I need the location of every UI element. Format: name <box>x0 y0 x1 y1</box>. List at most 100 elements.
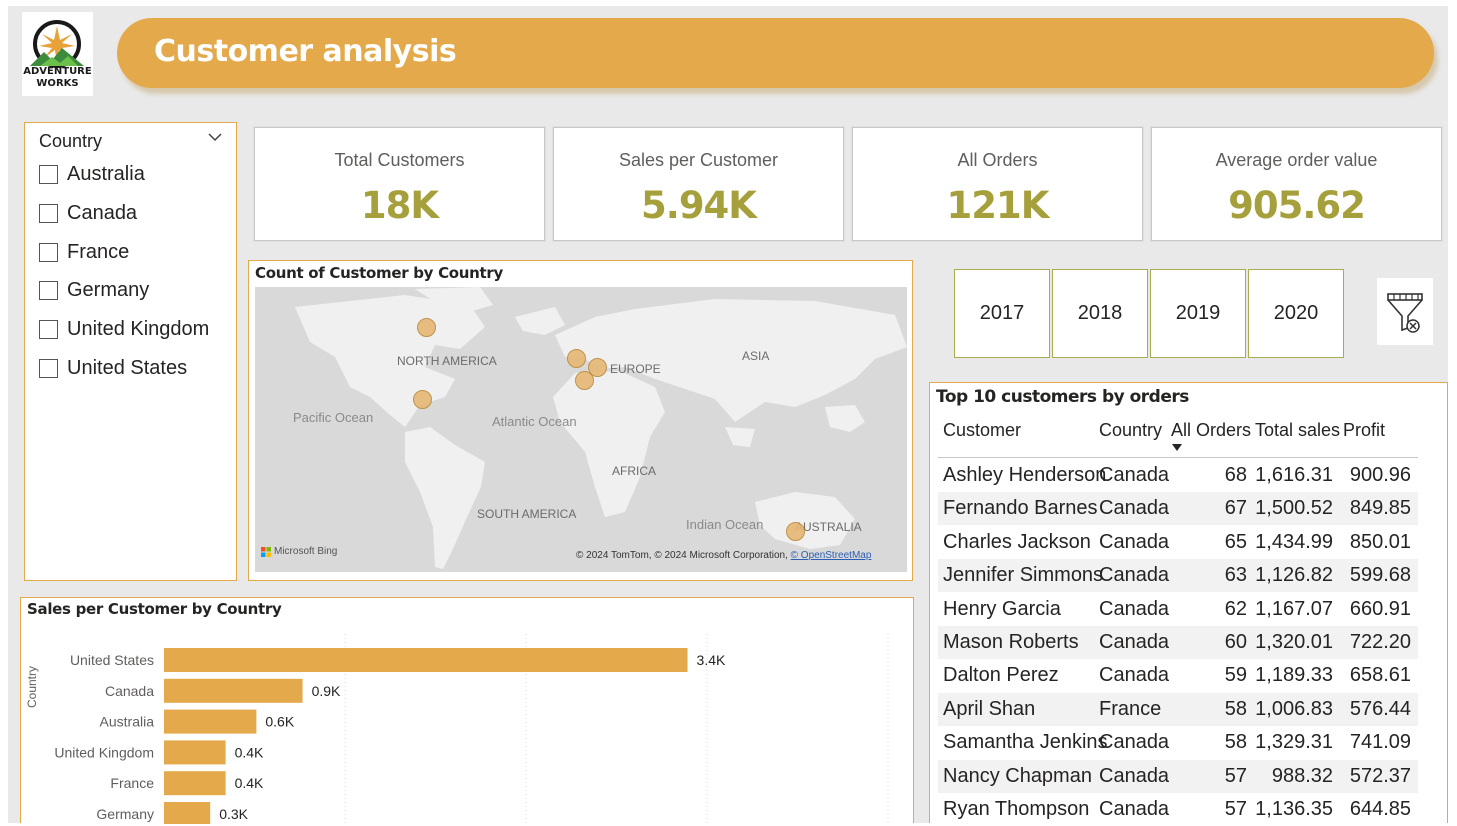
bar-chart-svg: United States 3.4K Canada 0.9K Australia 0.6K… <box>54 634 889 824</box>
checkbox[interactable] <box>39 280 58 300</box>
map-label-pacific-ocean: Pacific Ocean <box>293 410 374 425</box>
category-label: United States <box>70 652 154 668</box>
cell-country: Canada <box>1099 731 1170 754</box>
slicer-item-label: France <box>67 240 130 263</box>
cell-profit: 572.37 <box>1349 764 1411 787</box>
checkbox[interactable] <box>39 358 58 378</box>
cell-total-sales: 1,006.83 <box>1255 697 1333 720</box>
slicer-item-france[interactable]: France <box>39 239 129 265</box>
table-row[interactable]: Charles Jackson Canada 65 1,434.99 850.01 <box>938 526 1418 559</box>
map-bubble-canada[interactable] <box>417 318 436 337</box>
cell-total-sales: 1,189.33 <box>1255 664 1333 687</box>
map-label-africa: AFRICA <box>612 464 657 478</box>
cell-all-orders: 58 <box>1224 731 1247 754</box>
column-header-profit[interactable]: Profit <box>1343 420 1385 441</box>
openstreetmap-link[interactable]: © OpenStreetMap <box>791 550 872 561</box>
bar-united-states[interactable] <box>164 648 688 672</box>
data-label: 0.9K <box>312 683 341 699</box>
cell-country: Canada <box>1099 664 1170 687</box>
table-row[interactable]: Mason Roberts Canada 60 1,320.01 722.20 <box>938 626 1418 659</box>
column-header-total-sales[interactable]: Total sales <box>1255 420 1340 441</box>
column-header-all-orders[interactable]: All Orders <box>1171 420 1251 441</box>
map-bubble-united-kingdom[interactable] <box>567 349 586 368</box>
clear-filters-button[interactable] <box>1377 278 1433 345</box>
slicer-item-united-kingdom[interactable]: United Kingdom <box>39 316 209 342</box>
cell-customer: Mason Roberts <box>943 631 1079 653</box>
cell-country: Canada <box>1099 764 1170 787</box>
slicer-item-australia[interactable]: Australia <box>39 161 145 187</box>
cell-total-sales: 1,126.82 <box>1255 564 1333 587</box>
checkbox[interactable] <box>39 203 58 223</box>
slicer-item-label: Australia <box>67 162 145 185</box>
sort-descending-icon <box>1172 444 1182 451</box>
data-label: 0.4K <box>235 744 264 760</box>
map-bubble-australia[interactable] <box>786 522 805 541</box>
cell-profit: 850.01 <box>1349 530 1411 553</box>
logo-text-line2: WORKS <box>36 78 79 89</box>
table-row[interactable]: Fernando Barnes Canada 67 1,500.52 849.85 <box>938 492 1418 526</box>
bar-germany[interactable] <box>164 802 211 824</box>
table-row[interactable]: April Shan France 58 1,006.83 576.44 <box>938 692 1418 726</box>
cell-country: Canada <box>1099 564 1170 587</box>
bar-france[interactable] <box>164 771 226 796</box>
kpi-value: 18K <box>360 184 439 227</box>
table-title: Top 10 customers by orders <box>936 387 1189 407</box>
slicer-item-united-states[interactable]: United States <box>39 355 187 381</box>
cell-country: Canada <box>1099 597 1170 620</box>
year-button-2020[interactable]: 2020 <box>1248 269 1344 358</box>
page-title: Customer analysis <box>154 34 457 69</box>
column-header-customer[interactable]: Customer <box>943 420 1021 441</box>
map-bubble-france[interactable] <box>575 371 594 390</box>
bar-canada[interactable] <box>164 678 303 703</box>
table-row[interactable]: Samantha Jenkins Canada 58 1,329.31 741.09 <box>938 726 1418 759</box>
cell-profit: 599.68 <box>1349 564 1411 587</box>
bar-united-kingdom[interactable] <box>164 740 226 765</box>
checkbox[interactable] <box>39 319 58 339</box>
table-row[interactable]: Ashley Henderson Canada 68 1,616.31 900.96 <box>938 459 1418 492</box>
table-row[interactable]: Jennifer Simmons Canada 63 1,126.82 599.68 <box>938 559 1418 593</box>
table-row[interactable]: Nancy Chapman Canada 57 988.32 572.37 <box>938 759 1418 793</box>
cell-all-orders: 67 <box>1224 497 1247 520</box>
sales-per-customer-chart: Sales per Customer by Country Country Un… <box>20 597 914 824</box>
table-row[interactable]: Henry Garcia Canada 62 1,167.07 660.91 <box>938 593 1418 626</box>
cell-total-sales: 1,616.31 <box>1255 464 1333 486</box>
slicer-title: Country <box>39 131 103 151</box>
data-label: 0.3K <box>219 806 248 822</box>
year-button-2018[interactable]: 2018 <box>1052 269 1148 358</box>
map-canvas[interactable]: NORTH AMERICA EUROPE ASIA AFRICA SOUTH A… <box>255 287 907 572</box>
kpi-card-sales-per-customer: Sales per Customer 5.94K <box>553 127 844 241</box>
column-header-country[interactable]: Country <box>1099 420 1162 441</box>
table-row[interactable]: Ryan Thompson Canada 57 1,136.35 644.85 <box>938 793 1418 826</box>
map-label-south-america: SOUTH AMERICA <box>477 507 577 521</box>
cell-country: Canada <box>1099 464 1170 486</box>
cell-customer: Charles Jackson <box>943 530 1091 553</box>
bar-australia[interactable] <box>164 709 257 734</box>
cell-total-sales: 1,500.52 <box>1255 497 1333 520</box>
slicer-item-label: United Kingdom <box>67 317 210 340</box>
kpi-label: Average order value <box>1215 150 1378 170</box>
cell-profit: 660.91 <box>1349 597 1411 620</box>
cell-all-orders: 68 <box>1224 464 1247 486</box>
map-bubble-united-states[interactable] <box>413 390 432 409</box>
cell-country: Canada <box>1099 798 1170 820</box>
cell-customer: Jennifer Simmons <box>943 564 1104 587</box>
cell-profit: 900.96 <box>1349 464 1411 486</box>
checkbox[interactable] <box>39 242 58 262</box>
chevron-down-icon[interactable] <box>207 129 223 145</box>
cell-total-sales: 1,320.01 <box>1255 631 1333 653</box>
table-row[interactable]: Dalton Perez Canada 59 1,189.33 658.61 <box>938 659 1418 692</box>
cell-profit: 658.61 <box>1349 664 1411 687</box>
cell-customer: Nancy Chapman <box>943 764 1092 787</box>
category-label: Germany <box>96 806 154 822</box>
checkbox[interactable] <box>39 164 58 184</box>
cell-profit: 722.20 <box>1349 631 1411 653</box>
year-button-2019[interactable]: 2019 <box>1150 269 1246 358</box>
year-button-2017[interactable]: 2017 <box>954 269 1050 358</box>
map-label-asia: ASIA <box>742 349 770 363</box>
slicer-item-germany[interactable]: Germany <box>39 277 149 303</box>
adventure-works-logo: ADVENTURE WORKS <box>22 12 93 96</box>
cell-total-sales: 1,167.07 <box>1255 597 1333 620</box>
cell-country: Canada <box>1099 497 1170 520</box>
cell-profit: 849.85 <box>1349 497 1411 520</box>
slicer-item-canada[interactable]: Canada <box>39 200 137 226</box>
